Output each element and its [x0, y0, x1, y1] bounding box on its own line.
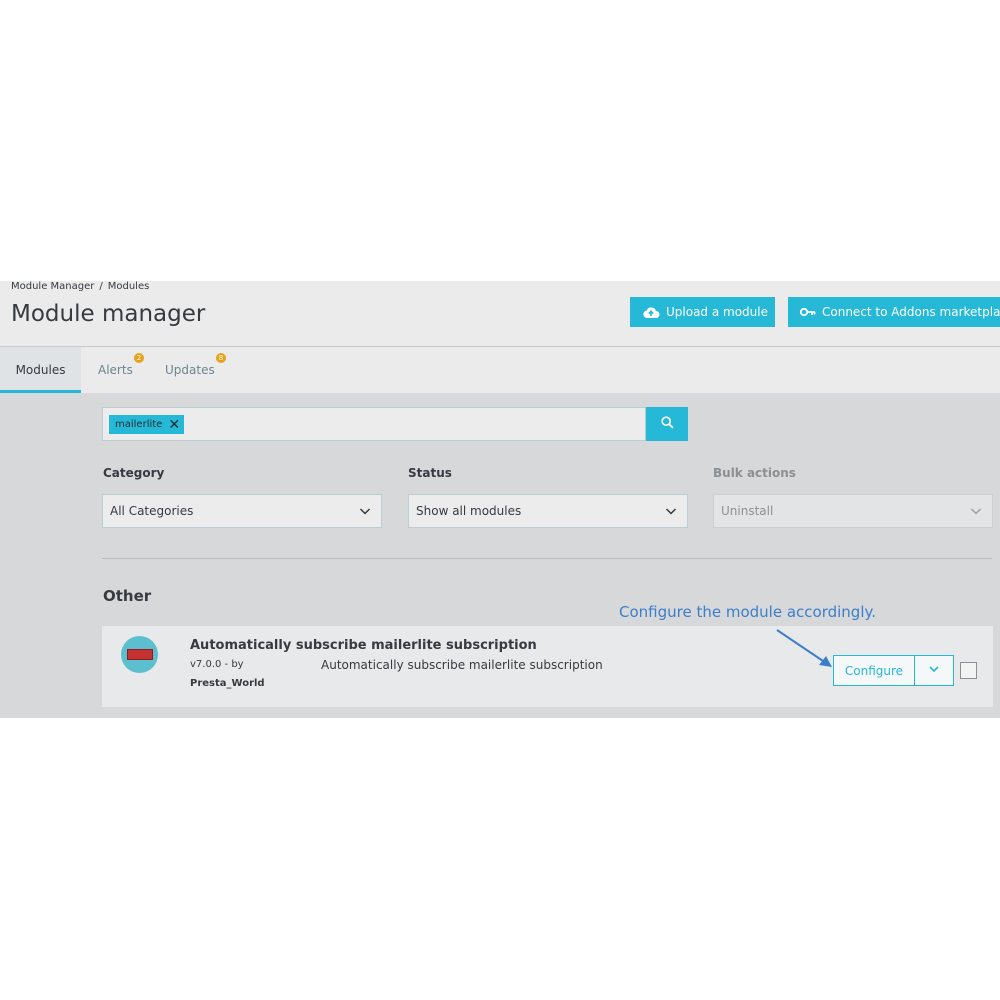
alerts-count-badge: 2	[134, 353, 144, 363]
chevron-down-icon	[665, 505, 677, 517]
page-title: Module manager	[11, 301, 206, 327]
annotation-arrow	[776, 629, 832, 667]
module-manager-screenshot: Module Manager / Modules Module manager …	[0, 281, 1000, 718]
tab-modules-label: Modules	[15, 363, 66, 377]
status-select-value: Show all modules	[416, 504, 522, 518]
page-header: Module Manager / Modules Module manager …	[0, 281, 1000, 393]
upload-module-label: Upload a module	[666, 305, 768, 319]
chevron-down-icon	[928, 663, 940, 678]
status-filter-label: Status	[408, 466, 452, 480]
module-logo-image	[126, 649, 153, 660]
key-icon	[800, 307, 816, 317]
configure-button[interactable]: Configure	[833, 655, 915, 686]
chevron-down-icon	[359, 505, 371, 517]
category-select-value: All Categories	[110, 504, 194, 518]
breadcrumb-modules[interactable]: Modules	[108, 281, 150, 292]
connect-addons-button[interactable]: Connect to Addons marketplace	[788, 297, 1000, 327]
close-icon[interactable]: ✕	[168, 418, 180, 432]
module-version: v7.0.0 - by	[190, 659, 244, 670]
status-select[interactable]: Show all modules	[408, 494, 688, 528]
module-logo	[121, 636, 158, 673]
bulk-actions-value: Uninstall	[721, 504, 774, 518]
breadcrumb: Module Manager / Modules	[11, 281, 149, 292]
chevron-down-icon	[970, 505, 982, 517]
module-select-checkbox[interactable]	[960, 662, 977, 679]
module-actions-dropdown[interactable]	[914, 655, 954, 686]
cloud-upload-icon	[642, 306, 660, 319]
annotation-text: Configure the module accordingly.	[619, 603, 876, 621]
module-author: Presta_World	[190, 678, 265, 689]
category-select[interactable]: All Categories	[102, 494, 382, 528]
tab-modules[interactable]: Modules	[0, 347, 81, 393]
search-input[interactable]: mailerlite ✕	[102, 407, 646, 441]
breadcrumb-module-manager[interactable]: Module Manager	[11, 281, 94, 292]
search-tag-label: mailerlite	[115, 419, 163, 430]
module-name: Automatically subscribe mailerlite subsc…	[190, 638, 537, 653]
tab-alerts-label: Alerts	[98, 363, 133, 377]
bulk-actions-select[interactable]: Uninstall	[713, 494, 993, 528]
section-title: Other	[103, 587, 152, 605]
search-icon	[660, 416, 674, 432]
bulk-actions-label: Bulk actions	[713, 466, 796, 480]
configure-label: Configure	[844, 663, 904, 678]
connect-addons-label: Connect to Addons marketplace	[822, 305, 1000, 319]
module-description: Automatically subscribe mailerlite subsc…	[321, 658, 603, 672]
search-button[interactable]	[646, 407, 688, 441]
category-filter-label: Category	[103, 466, 165, 480]
tab-bar: Modules Alerts 2 Updates 8	[0, 347, 230, 393]
module-row: Automatically subscribe mailerlite subsc…	[102, 626, 993, 707]
tab-alerts[interactable]: Alerts 2	[81, 347, 148, 393]
updates-count-badge: 8	[216, 353, 226, 363]
tab-updates[interactable]: Updates 8	[148, 347, 230, 393]
upload-module-button[interactable]: Upload a module	[630, 297, 775, 327]
tab-updates-label: Updates	[165, 363, 215, 377]
breadcrumb-separator: /	[99, 281, 103, 292]
filters-divider	[102, 558, 992, 559]
search-tag-chip: mailerlite ✕	[109, 415, 185, 434]
